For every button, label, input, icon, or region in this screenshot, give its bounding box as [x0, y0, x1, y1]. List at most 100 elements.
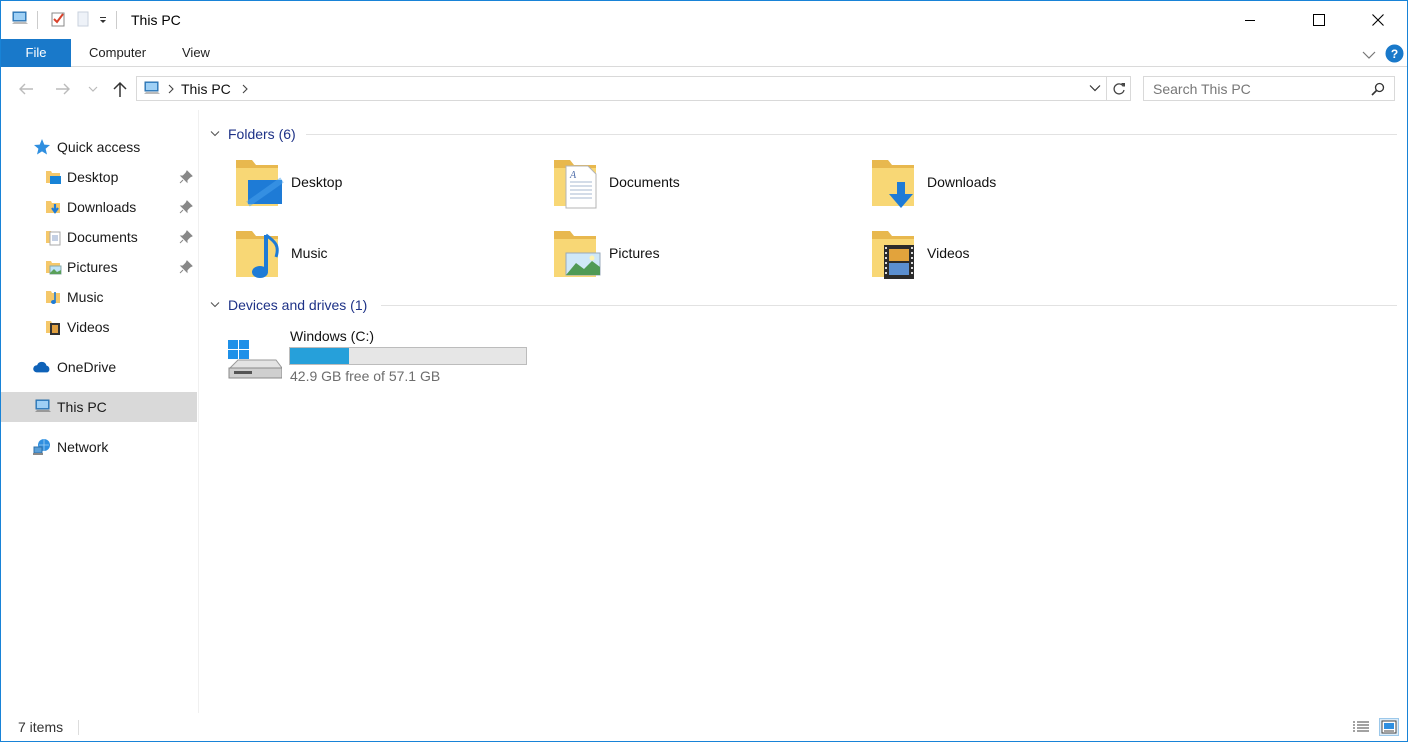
- music-folder-icon: [236, 231, 279, 278]
- pin-icon[interactable]: [179, 260, 193, 277]
- chevron-down-icon: [210, 131, 220, 137]
- sidebar-item-label: Network: [57, 439, 109, 455]
- desktop-folder-icon: [236, 160, 284, 207]
- sidebar-item-label: Pictures: [67, 259, 118, 275]
- sidebar-item-network[interactable]: Network: [1, 432, 197, 462]
- music-folder-icon: [44, 288, 62, 306]
- group-header-devices[interactable]: Devices and drives (1): [210, 292, 367, 318]
- drive-name: Windows (C:): [290, 328, 375, 344]
- sidebar-item-label: Music: [67, 289, 104, 305]
- large-icons-view-button[interactable]: [1379, 718, 1399, 736]
- sidebar-item-label: This PC: [57, 399, 107, 415]
- content-pane: Folders (6) Desktop A Documents Download…: [200, 110, 1407, 713]
- group-header-folders[interactable]: Folders (6): [210, 121, 296, 147]
- properties-icon[interactable]: [50, 11, 66, 30]
- drive-usage-bar: [289, 347, 527, 365]
- search-input[interactable]: [1144, 77, 1364, 100]
- details-view-icon: [1353, 721, 1369, 732]
- chevron-down-icon: [210, 302, 220, 308]
- breadcrumb-separator-icon[interactable]: [241, 84, 249, 94]
- up-arrow-icon: [113, 81, 127, 97]
- drive-tile-c[interactable]: Windows (C:) 42.9 GB free of 57.1 GB: [222, 328, 542, 388]
- sidebar-item-documents[interactable]: Documents: [1, 222, 197, 252]
- folder-name: Downloads: [927, 174, 997, 190]
- sidebar-item-label: Videos: [67, 319, 110, 335]
- sidebar-item-label: OneDrive: [57, 359, 117, 375]
- close-button[interactable]: [1355, 1, 1401, 39]
- tab-file[interactable]: File: [1, 39, 71, 67]
- sidebar-item-music[interactable]: Music: [1, 282, 197, 312]
- folder-tile-music[interactable]: Music: [234, 221, 534, 285]
- folder-tile-pictures[interactable]: Pictures: [552, 221, 852, 285]
- breadcrumb-separator-icon[interactable]: [167, 84, 175, 94]
- search-icon[interactable]: [1371, 82, 1385, 96]
- folder-tile-desktop[interactable]: Desktop: [234, 150, 534, 214]
- folder-tile-downloads[interactable]: Downloads: [870, 150, 1170, 214]
- sidebar-item-quick-access[interactable]: Quick access: [1, 132, 197, 162]
- ribbon-tabs: File Computer View ?: [1, 39, 1407, 67]
- customize-toolbar-chevron-icon[interactable]: [98, 12, 108, 28]
- item-count: 7 items: [18, 719, 64, 735]
- refresh-button[interactable]: [1107, 76, 1131, 101]
- downloads-folder-icon: [872, 160, 914, 208]
- details-view-button[interactable]: [1351, 718, 1371, 736]
- downloads-folder-icon: [44, 198, 62, 216]
- folder-name: Videos: [927, 245, 970, 261]
- window-title: This PC: [131, 12, 181, 28]
- refresh-icon: [1112, 82, 1125, 95]
- pin-icon[interactable]: [179, 230, 193, 247]
- videos-folder-icon: [872, 231, 914, 279]
- forward-arrow-icon: [56, 83, 70, 95]
- group-header-label: Folders (6): [228, 126, 296, 142]
- folder-name: Pictures: [609, 245, 660, 261]
- address-bar[interactable]: This PC: [136, 76, 1107, 101]
- sidebar-item-downloads[interactable]: Downloads: [1, 192, 197, 222]
- hard-drive-windows-icon: [228, 340, 282, 379]
- group-header-label: Devices and drives (1): [228, 297, 368, 313]
- recent-locations-button[interactable]: [84, 78, 102, 100]
- drive-usage-fill: [290, 348, 349, 364]
- computer-icon: [143, 81, 161, 97]
- folder-name: Documents: [609, 174, 680, 190]
- address-history-chevron-icon[interactable]: [1089, 84, 1101, 92]
- computer-icon: [34, 398, 52, 416]
- folder-tile-videos[interactable]: Videos: [870, 221, 1170, 285]
- status-divider: [78, 720, 79, 735]
- up-button[interactable]: [108, 78, 132, 100]
- breadcrumb-this-pc[interactable]: This PC: [181, 81, 231, 97]
- expand-ribbon-icon[interactable]: [1362, 47, 1376, 63]
- pin-icon[interactable]: [179, 170, 193, 187]
- tab-computer[interactable]: Computer: [72, 39, 163, 67]
- folder-tile-documents[interactable]: A Documents: [552, 150, 852, 214]
- sidebar-item-pictures[interactable]: Pictures: [1, 252, 197, 282]
- folder-name: Music: [291, 245, 328, 261]
- documents-folder-icon: A: [554, 160, 597, 209]
- group-divider: [381, 305, 1397, 306]
- maximize-button[interactable]: [1296, 1, 1342, 39]
- sidebar-item-label: Downloads: [67, 199, 137, 215]
- sidebar-item-this-pc[interactable]: This PC: [1, 392, 197, 422]
- maximize-icon: [1313, 14, 1325, 26]
- forward-button[interactable]: [51, 78, 75, 100]
- large-icons-view-icon: [1381, 720, 1397, 734]
- new-folder-icon[interactable]: [76, 11, 90, 30]
- tab-view[interactable]: View: [165, 39, 227, 67]
- sidebar-item-videos[interactable]: Videos: [1, 312, 197, 342]
- minimize-button[interactable]: [1227, 1, 1273, 39]
- computer-icon[interactable]: [11, 11, 29, 30]
- help-icon[interactable]: ?: [1385, 44, 1404, 66]
- sidebar-item-desktop[interactable]: Desktop: [1, 162, 197, 192]
- sidebar-item-onedrive[interactable]: OneDrive: [1, 352, 197, 382]
- pin-icon[interactable]: [179, 200, 193, 217]
- status-bar: 7 items: [1, 713, 1407, 741]
- title-bar: This PC: [1, 1, 1407, 39]
- explorer-window: This PC File Computer View ? This PC Sea…: [0, 0, 1408, 742]
- toolbar-divider: [116, 11, 117, 29]
- network-icon: [33, 438, 51, 456]
- close-icon: [1372, 14, 1384, 26]
- videos-folder-icon: [44, 318, 62, 336]
- documents-folder-icon: [44, 228, 62, 246]
- drive-free-space: 42.9 GB free of 57.1 GB: [290, 368, 441, 384]
- navigation-bar: This PC: [1, 68, 1407, 110]
- back-button[interactable]: [14, 78, 38, 100]
